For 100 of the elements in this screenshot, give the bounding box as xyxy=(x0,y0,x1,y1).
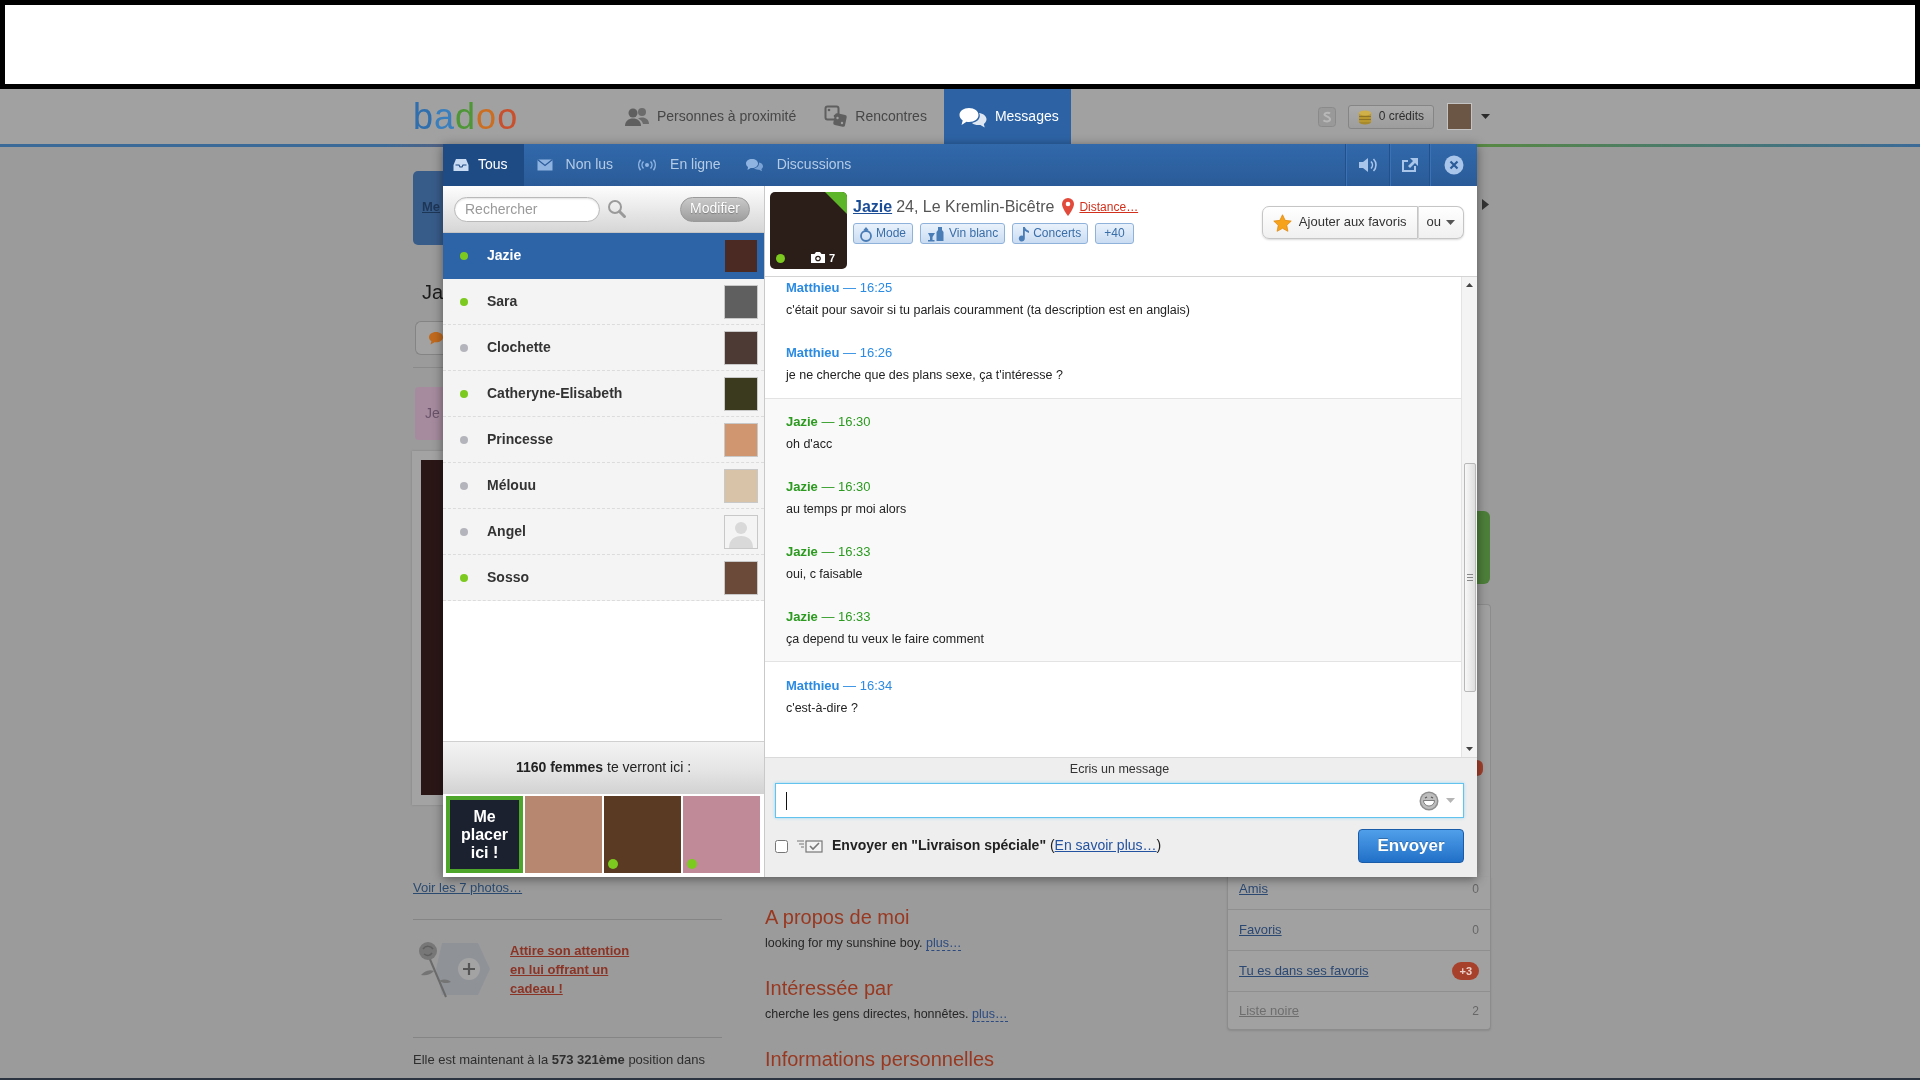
special-delivery-label: Envoyer en "Livraison spéciale" (En savoir plus…) xyxy=(832,837,1162,855)
more-link[interactable]: plus… xyxy=(925,936,962,951)
speech-bubble-icon xyxy=(428,331,444,345)
search-icon[interactable] xyxy=(607,199,627,219)
credits-button[interactable]: 0 crédits xyxy=(1347,104,1434,129)
section-text: looking for my sunshine boy. plus… xyxy=(765,935,963,951)
more-link[interactable]: plus… xyxy=(972,1007,1008,1022)
info-note: Je xyxy=(415,387,443,440)
gift-link[interactable]: Attire son attention en lui offrant un cadeau ! xyxy=(510,939,642,998)
sidebar-link[interactable]: Amis xyxy=(1239,880,1268,898)
tray-icon xyxy=(453,158,469,172)
photo-placeholder[interactable] xyxy=(724,560,758,595)
interest-tag[interactable]: Mode xyxy=(853,223,914,244)
interest-tag[interactable]: +40 xyxy=(1095,223,1134,244)
music-note-icon xyxy=(1018,225,1031,242)
section-heading: Informations personnelles xyxy=(765,1047,995,1071)
caret-icon[interactable] xyxy=(1481,114,1490,119)
compose-label: Ecris un message xyxy=(1068,761,1171,777)
profile-details: 24, Le Kremlin-Bicêtre xyxy=(896,197,1055,217)
message-header: Jazie — 16:33 xyxy=(786,543,871,561)
photo-placeholder[interactable] xyxy=(724,376,758,411)
scrollbar-thumb[interactable] xyxy=(1463,463,1476,692)
messenger-tab[interactable]: Discussions xyxy=(731,144,863,186)
interest-tag[interactable]: Concerts xyxy=(1012,223,1089,244)
profile-name-link[interactable]: Jazie xyxy=(853,197,893,217)
contact-item[interactable]: Sosso xyxy=(443,555,764,601)
scroll-down-icon[interactable] xyxy=(1466,747,1473,751)
nav-tab[interactable]: Rencontres xyxy=(824,89,927,144)
smiley-icon[interactable] xyxy=(1419,790,1439,811)
message-header: Matthieu — 16:34 xyxy=(786,677,893,695)
send-button[interactable]: Envoyer xyxy=(1358,829,1464,863)
promo-text: 1160 femmes te verront ici : xyxy=(443,741,764,794)
scroll-up-icon[interactable] xyxy=(1466,283,1473,287)
nav-tab[interactable]: Messages xyxy=(943,89,1071,144)
text-cursor-icon xyxy=(786,792,787,810)
message-text: c'est-à-dire ? xyxy=(786,700,858,717)
message-header: Jazie — 16:30 xyxy=(786,413,871,431)
drink-icon xyxy=(926,225,947,242)
chat-bubbles-icon xyxy=(957,105,988,128)
sidebar-link[interactable]: Tu es dans ses favoris xyxy=(1239,962,1369,980)
message-header: Matthieu — 16:26 xyxy=(786,344,893,362)
people-icon xyxy=(624,106,650,127)
item-count: 2 xyxy=(1472,1003,1479,1019)
photos-link[interactable]: Voir les 7 photos… xyxy=(413,880,523,896)
contact-item[interactable]: Jazie xyxy=(443,233,764,279)
map-pin-icon xyxy=(1062,198,1075,216)
ring-icon xyxy=(859,225,873,242)
message-text: ça depend tu veux le faire comment xyxy=(786,631,985,648)
favorite-button[interactable]: Ajouter aux favoris xyxy=(1261,206,1418,239)
profile-name: Ja xyxy=(421,280,443,305)
messenger-tab[interactable]: Tous xyxy=(443,144,524,186)
dice-icon xyxy=(824,104,849,129)
contact-item[interactable]: Mélouu xyxy=(443,463,764,509)
section-heading: A propos de moi xyxy=(765,905,911,929)
popout-icon xyxy=(1400,157,1419,173)
currency-tile-icon[interactable] xyxy=(1317,106,1336,127)
contact-item[interactable]: Sara xyxy=(443,279,764,325)
star-icon xyxy=(1272,213,1292,232)
close-icon xyxy=(1443,155,1464,175)
learn-more-link[interactable]: En savoir plus… xyxy=(1054,837,1157,854)
search-field[interactable]: Rechercher xyxy=(454,196,600,222)
rose-plus-icon[interactable] xyxy=(416,939,491,999)
photo-placeholder[interactable] xyxy=(724,330,758,365)
photo-placeholder[interactable]: 7 xyxy=(770,192,847,269)
message-header: Matthieu — 16:25 xyxy=(786,279,893,297)
interest-tag[interactable]: Vin blanc xyxy=(920,223,1006,244)
contact-item[interactable]: Clochette xyxy=(443,325,764,371)
message-text: je ne cherche que des plans sexe, ça t'intéresse ? xyxy=(786,367,1063,384)
contact-item[interactable]: Angel xyxy=(443,509,764,555)
coins-icon xyxy=(1357,108,1372,125)
message-field[interactable] xyxy=(775,783,1464,818)
corner-triangle-icon xyxy=(825,192,847,214)
envelope-icon xyxy=(536,159,553,171)
photo-placeholder[interactable] xyxy=(724,284,758,319)
right-arrow-icon[interactable] xyxy=(1482,199,1489,210)
signal-waves-icon xyxy=(637,159,658,171)
options-button[interactable]: ou xyxy=(1417,206,1464,239)
scrollbar[interactable] xyxy=(1461,277,1477,757)
sidebar-link[interactable]: Favoris xyxy=(1239,921,1282,939)
section-heading: Intéressée par xyxy=(765,976,894,1000)
message-text: au temps pr moi alors xyxy=(786,501,907,518)
messenger-tab[interactable]: Non lus xyxy=(523,144,625,186)
item-count: 0 xyxy=(1472,881,1479,897)
checkbox[interactable] xyxy=(775,839,788,853)
contact-item[interactable]: Princesse xyxy=(443,417,764,463)
ranking-text: Elle est maintenant à la 573 321ème position dans xyxy=(413,1052,706,1068)
caret-icon[interactable] xyxy=(1446,220,1455,225)
chat-button[interactable] xyxy=(415,321,445,355)
count-badge: +3 xyxy=(1452,962,1479,980)
distance-link[interactable]: Distance… xyxy=(1079,199,1139,215)
messenger-tab[interactable]: En ligne xyxy=(624,144,732,186)
section-text: cherche les gens directes, honnêtes. plus… xyxy=(765,1006,1009,1022)
message-text: oui, c faisable xyxy=(786,566,863,583)
message-header: Jazie — 16:30 xyxy=(786,478,871,496)
speaker-icon xyxy=(1357,157,1378,173)
contact-item[interactable]: Catheryne-Elisabeth xyxy=(443,371,764,417)
item-count: 0 xyxy=(1472,922,1479,938)
placement-tile[interactable]: Me placer ici ! xyxy=(446,796,523,873)
nav-tab[interactable]: Personnes à proximité xyxy=(624,89,797,144)
photo-count: 7 xyxy=(829,252,836,265)
